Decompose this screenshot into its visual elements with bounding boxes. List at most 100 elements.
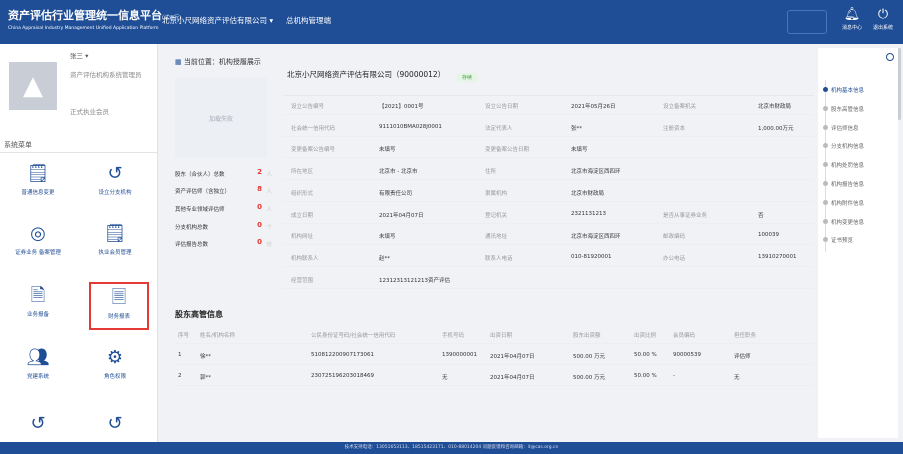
field-label: 通讯地址: [485, 234, 508, 241]
user-role: 资产评估机构系统管理员: [70, 71, 142, 79]
dot-icon: [823, 162, 828, 168]
member-type: 正式执业会员: [70, 108, 109, 116]
field-label: 住所: [485, 169, 497, 176]
anchor-nav-item[interactable]: 评估师信息: [821, 124, 859, 132]
shareholders-title: 股东高管信息: [175, 310, 223, 319]
table-header-row: 序号 姓名/机构名称 公民身份证号码/社会统一信用代码 手机号码 出资日期 股东出资额 出资…: [175, 325, 815, 344]
table-cell: 500.00 万元: [573, 354, 605, 360]
history-icon: ↺: [107, 413, 123, 434]
user-name-dropdown[interactable]: 张三 ▾: [70, 50, 88, 60]
field-label: 是否从事证券业务: [663, 212, 708, 219]
anchor-nav-item[interactable]: 机构基本信息: [821, 86, 864, 94]
table-row: 所在地区 北京市 - 北京市 住所 北京市海淀区西四环: [283, 161, 814, 181]
field-label: 设立公告编号: [291, 104, 325, 110]
menu-item-financial-report[interactable]: 🗏 财务报表: [89, 282, 149, 330]
menu-item-party[interactable]: 👥︎ 党建系统: [8, 344, 68, 392]
field-value: 13910270001: [758, 253, 797, 260]
menu-item-member-mgmt[interactable]: 🗒︎ 执业会员管理: [85, 220, 145, 268]
table-cell: 无: [734, 375, 740, 381]
company-switcher[interactable]: 北京小尺网络资产评估有限公司 ▾: [162, 15, 273, 26]
table-cell: 1: [178, 352, 182, 358]
field-label: 隶属机构: [485, 190, 508, 197]
table-cell: 2021年04月07日: [490, 354, 535, 360]
org-photo: 加载失败: [175, 78, 267, 158]
menu-item-more-1[interactable]: ↺: [8, 410, 68, 442]
target-icon: ◎: [30, 223, 46, 244]
field-label: 设立备案机关: [663, 104, 697, 110]
scrollbar[interactable]: [898, 48, 901, 120]
column-header: 出资日期: [490, 333, 513, 339]
anchor-nav-item[interactable]: 证书预览: [821, 236, 853, 244]
org-management-link[interactable]: 总机构管理端: [286, 15, 331, 26]
column-header: 姓名/机构名称: [200, 333, 235, 339]
financial-report-icon: 🗏: [111, 287, 127, 308]
left-sidebar: ▲ 张三 ▾ 资产评估机构系统管理员 正式执业会员 系统菜单 🗒︎ 普通信息变更 …: [0, 44, 158, 442]
anchor-nav-label: 证书预览: [831, 238, 854, 245]
table-cell: 评估师: [734, 354, 751, 360]
table-cell: 90000539: [673, 352, 701, 358]
field-value: 赵**: [379, 255, 391, 262]
right-anchor-nav: 机构基本信息股东高管信息 评估师信息分支机构信息机构处罚信息机构报告信息 机构附件信…: [818, 48, 898, 438]
table-cell: -: [673, 373, 675, 379]
column-header: 出资比例: [634, 333, 657, 339]
anchor-nav-item[interactable]: 分支机构信息: [821, 142, 864, 150]
message-center-button[interactable]: 🔔︎ 消息中心: [836, 6, 868, 31]
anchor-nav-label: 机构处罚信息: [831, 163, 865, 170]
table-cell: 500.00 万元: [573, 375, 605, 381]
field-value: 北京市财政局: [758, 104, 792, 110]
menu-item-business-filing[interactable]: 🗎 业务报备: [8, 282, 68, 330]
user-icon: ▲: [23, 71, 43, 101]
company-title: 北京小尺网络资产评估有限公司（90000012）: [287, 70, 446, 79]
field-label: 组织形式: [291, 190, 314, 197]
field-value: 未填写: [379, 147, 396, 154]
table-cell: 2: [178, 373, 182, 379]
dot-icon: [823, 87, 828, 92]
anchor-nav-item[interactable]: 股东高管信息: [821, 105, 864, 113]
dot-icon: [823, 143, 828, 149]
field-value: 张**: [571, 125, 583, 132]
table-row: 机构网址 未填写 通讯地址 北京市海淀区西四环 邮政编码 100039: [283, 226, 814, 246]
top-header: 资产评估行业管理统一信息平台(试运行) China Appraisal Indu…: [0, 0, 903, 44]
column-header: 会员编码: [673, 333, 696, 339]
field-label: 成立日期: [291, 212, 314, 219]
form-edit-icon: 🗒︎: [26, 163, 50, 184]
field-label: 经营范围: [291, 277, 314, 284]
field-value: 2021年05月26日: [571, 104, 616, 110]
menu-item-branch[interactable]: ↺ 设立分支机构: [85, 160, 145, 208]
field-value: 否: [758, 212, 764, 219]
circle-icon[interactable]: [886, 53, 894, 61]
power-icon: ⏻: [877, 7, 889, 22]
table-cell: 50.00 %: [634, 373, 657, 379]
table-row: 1 徐** 510812200907173061 1390000001 2021年04月…: [175, 346, 815, 365]
table-cell: 郭**: [200, 375, 212, 381]
field-value: 有限责任公司: [379, 190, 413, 197]
breadcrumb: ▦ 当前位置：机构授履展示: [175, 58, 261, 66]
anchor-nav-item[interactable]: 机构处罚信息: [821, 161, 864, 169]
table-cell: 无: [442, 375, 448, 381]
grid-icon: ▦: [175, 58, 182, 66]
table-row: 设立公告编号 【2021】0001号 设立公告日期 2021年05月26日 设立备案机关…: [283, 96, 814, 115]
field-value: 北京市海淀区西四环: [571, 169, 621, 176]
menu-item-more-2[interactable]: ↺: [85, 410, 145, 442]
anchor-nav-label: 评估师信息: [831, 125, 859, 132]
dot-icon: [823, 237, 828, 243]
table-cell: 徐**: [200, 354, 212, 360]
people-icon: 👥︎: [26, 347, 50, 368]
form-edit-icon: 🗒︎: [103, 223, 127, 244]
status-badge: 存续: [457, 73, 478, 82]
field-label: 邮政编码: [663, 234, 686, 241]
anchor-nav-label: 股东高管信息: [831, 106, 865, 113]
anchor-nav-item[interactable]: 机构报告信息: [821, 180, 864, 188]
menu-item-roles[interactable]: ⚙ 角色权限: [85, 344, 145, 392]
field-label: 社会统一信用代码: [291, 125, 336, 132]
field-value: 12312313121213资产评估: [379, 277, 450, 284]
menu-item-securities[interactable]: ◎ 证券业务 备案管理: [8, 220, 68, 268]
field-label: 变更备案公告日期: [485, 147, 530, 154]
field-value: 北京市海淀区西四环: [571, 234, 621, 241]
anchor-nav-item[interactable]: 机构附件信息: [821, 199, 864, 207]
dot-icon: [823, 218, 828, 224]
anchor-nav-item[interactable]: 机构变更信息: [821, 218, 864, 226]
menu-item-info-change[interactable]: 🗒︎ 普通信息变更: [8, 160, 68, 208]
exit-system-button[interactable]: ⏻ 退出系统: [867, 6, 899, 31]
platform-subtitle: China Appraisal Industry Management Unif…: [8, 26, 159, 31]
